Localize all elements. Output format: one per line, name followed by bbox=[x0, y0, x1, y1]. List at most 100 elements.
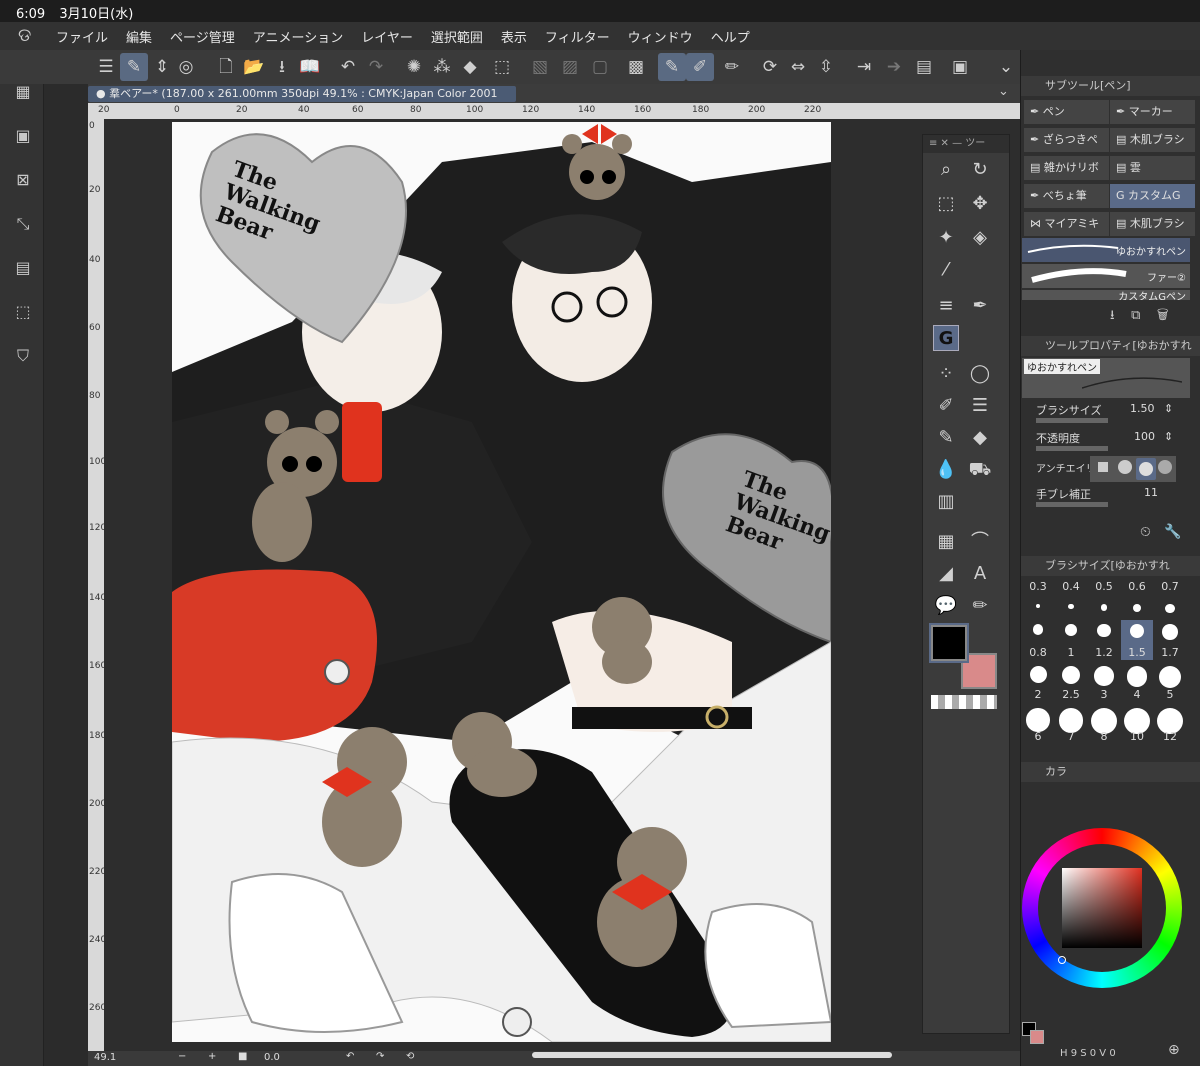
transform-icon[interactable]: ⬚ bbox=[488, 53, 516, 81]
color-settings-icon[interactable]: ⊕ bbox=[1168, 1042, 1180, 1058]
ruler-pen-icon[interactable]: ✏ bbox=[718, 53, 746, 81]
menu-animation[interactable]: アニメーション bbox=[253, 27, 343, 46]
stepper-icon[interactable]: ⇕ bbox=[1164, 430, 1173, 443]
rotate-left-icon[interactable]: ↶ bbox=[346, 1051, 354, 1062]
fill-bucket-icon[interactable]: ⛟ bbox=[967, 457, 993, 483]
brush-size-preset[interactable]: 2 bbox=[1022, 662, 1054, 702]
flip-vertical-icon[interactable]: ⇳ bbox=[812, 53, 840, 81]
expand-selection-icon[interactable]: ▢ bbox=[586, 53, 614, 81]
antialias-none-icon[interactable] bbox=[1098, 462, 1108, 472]
sub-color-mini[interactable] bbox=[1030, 1030, 1044, 1044]
transparent-color-swatch[interactable] bbox=[931, 695, 997, 709]
brush-row-selected[interactable]: ゆおかすれペン bbox=[1022, 238, 1190, 262]
stabilization-value[interactable]: 11 bbox=[1144, 486, 1158, 499]
pen-icon[interactable]: ✒ bbox=[967, 293, 993, 319]
pen-tool-icon[interactable]: ✎ bbox=[658, 53, 686, 81]
zoom-out-icon[interactable]: − bbox=[178, 1051, 186, 1062]
rotate-icon[interactable]: ⟳ bbox=[756, 53, 784, 81]
lines-icon[interactable]: ≡ bbox=[933, 293, 959, 319]
brush-size-preset[interactable]: 6 bbox=[1022, 704, 1054, 744]
rotation-value[interactable]: 0.0 bbox=[264, 1052, 280, 1063]
opacity-value[interactable]: 100 bbox=[1134, 430, 1155, 443]
invert-selection-icon[interactable]: ▨ bbox=[556, 53, 584, 81]
close-file-icon[interactable]: ⊠ bbox=[12, 170, 34, 192]
open-folder-icon[interactable]: 📂 bbox=[240, 53, 268, 81]
transparency-icon[interactable]: ▩ bbox=[622, 53, 650, 81]
brush-size-slider[interactable] bbox=[1036, 418, 1108, 423]
lasso-icon[interactable]: ◎ bbox=[172, 53, 200, 81]
eraser-icon[interactable]: ◆ bbox=[967, 425, 993, 451]
color-saturation-square[interactable] bbox=[1062, 868, 1142, 948]
rotate-right-icon[interactable]: ↷ bbox=[376, 1051, 384, 1062]
export-icon[interactable]: ⇥ bbox=[850, 53, 878, 81]
opacity-slider[interactable] bbox=[1036, 446, 1108, 451]
brush-size-preset[interactable]: 0.7 bbox=[1154, 578, 1186, 618]
subtool-item[interactable]: ▤ 雑かけリボ bbox=[1024, 156, 1109, 180]
brush-size-preset[interactable]: 1.5 bbox=[1121, 620, 1153, 660]
new-file-icon[interactable]: 🗋 bbox=[212, 53, 240, 81]
curve-icon[interactable]: ⌒ bbox=[967, 529, 993, 555]
brush-size-preset[interactable]: 2.5 bbox=[1055, 662, 1087, 702]
import-icon[interactable]: ⭳ bbox=[268, 53, 296, 81]
redo-icon[interactable]: ↷ bbox=[362, 53, 390, 81]
subtool-item[interactable]: ✒ ざらつきペ bbox=[1024, 128, 1109, 152]
tab-chevron-icon[interactable]: ⌄ bbox=[998, 84, 1009, 99]
magic-wand-icon[interactable]: ✦ bbox=[933, 225, 959, 251]
undo-icon[interactable]: ↶ bbox=[334, 53, 362, 81]
save-icon[interactable]: ▣ bbox=[12, 126, 34, 148]
brush-size-preset[interactable]: 7 bbox=[1055, 704, 1087, 744]
artwork-canvas[interactable]: The Walking Bear The Walking Bear bbox=[172, 122, 831, 1042]
fill-icon[interactable]: ◆ bbox=[456, 53, 484, 81]
antialias-strong-icon[interactable] bbox=[1158, 460, 1172, 474]
flip-horizontal-icon[interactable]: ⇔ bbox=[784, 53, 812, 81]
marker-icon[interactable]: ✎ bbox=[933, 425, 959, 451]
antialias-weak-icon[interactable] bbox=[1118, 460, 1132, 474]
decoration-icon[interactable]: ⁘ bbox=[933, 361, 959, 387]
clock-icon[interactable]: ⏲ bbox=[1140, 524, 1151, 540]
menu-edit[interactable]: 編集 bbox=[126, 27, 152, 46]
select-layer-icon[interactable]: ◈ bbox=[967, 225, 993, 251]
menu-help[interactable]: ヘルプ bbox=[711, 27, 750, 46]
rotate-view-icon[interactable]: ↻ bbox=[967, 157, 993, 183]
subtool-item[interactable]: ▤ 雲 bbox=[1110, 156, 1195, 180]
brush-size-preset[interactable]: 0.8 bbox=[1022, 620, 1054, 660]
subtool-item[interactable]: ✒ ペン bbox=[1024, 100, 1109, 124]
clear-outside-icon[interactable]: ⁂ bbox=[428, 53, 456, 81]
brush-size-preset[interactable]: 0.5 bbox=[1088, 578, 1120, 618]
main-color-swatch[interactable] bbox=[929, 623, 969, 663]
subtool-item-selected[interactable]: G カスタムG bbox=[1110, 184, 1195, 208]
subtool-item[interactable]: ▤ 木肌ブラシ bbox=[1110, 212, 1195, 236]
menu-filter[interactable]: フィルター bbox=[545, 27, 610, 46]
zoom-value[interactable]: 49.1 bbox=[94, 1052, 116, 1063]
menu-layer[interactable]: レイヤー bbox=[361, 27, 413, 46]
menu-page[interactable]: ページ管理 bbox=[170, 27, 235, 46]
fit-icon[interactable]: ■ bbox=[238, 1051, 247, 1062]
edit-mode-icon[interactable]: ✎ bbox=[120, 53, 148, 81]
hatching-icon[interactable]: ☰ bbox=[967, 393, 993, 419]
stabilization-slider[interactable] bbox=[1036, 502, 1108, 507]
brush-size-preset[interactable]: 0.3 bbox=[1022, 578, 1054, 618]
gradient-icon[interactable]: ▥ bbox=[933, 489, 959, 515]
grid-icon[interactable]: ▦ bbox=[12, 82, 34, 104]
image-icon[interactable]: ▣ bbox=[946, 53, 974, 81]
brush-size-preset[interactable]: 1.7 bbox=[1154, 620, 1186, 660]
clear-icon[interactable]: ✺ bbox=[400, 53, 428, 81]
subtool-item[interactable]: ⋈ マイアミキ bbox=[1024, 212, 1109, 236]
subtool-item[interactable]: ▤ 木肌ブラシ bbox=[1110, 128, 1195, 152]
layer-icon[interactable]: ▤ bbox=[910, 53, 938, 81]
brush-tool-icon[interactable]: ✐ bbox=[686, 53, 714, 81]
app-logo-icon[interactable]: ଡ bbox=[18, 26, 42, 46]
brush-size-value[interactable]: 1.50 bbox=[1130, 402, 1155, 415]
selection-icon[interactable]: ⬚ bbox=[933, 191, 959, 217]
brush-size-preset[interactable]: 5 bbox=[1154, 662, 1186, 702]
lasso-tool-icon[interactable]: ◯ bbox=[967, 361, 993, 387]
reset-rotation-icon[interactable]: ⟲ bbox=[406, 1051, 414, 1062]
forward-icon[interactable]: ➔ bbox=[880, 53, 908, 81]
brush-size-preset[interactable]: 1 bbox=[1055, 620, 1087, 660]
wrench-icon[interactable]: 🔧 bbox=[1164, 524, 1181, 540]
person-icon[interactable]: ⛉ bbox=[12, 346, 34, 368]
correct-line-icon[interactable]: ✏ bbox=[967, 593, 993, 619]
document-tab[interactable]: ● 羣ベアー* (187.00 x 261.00mm 350dpi 49.1% … bbox=[88, 86, 516, 116]
figure-icon[interactable]: ◢ bbox=[933, 561, 959, 587]
delete-subtool-icon[interactable]: 🗑 bbox=[1157, 308, 1169, 323]
